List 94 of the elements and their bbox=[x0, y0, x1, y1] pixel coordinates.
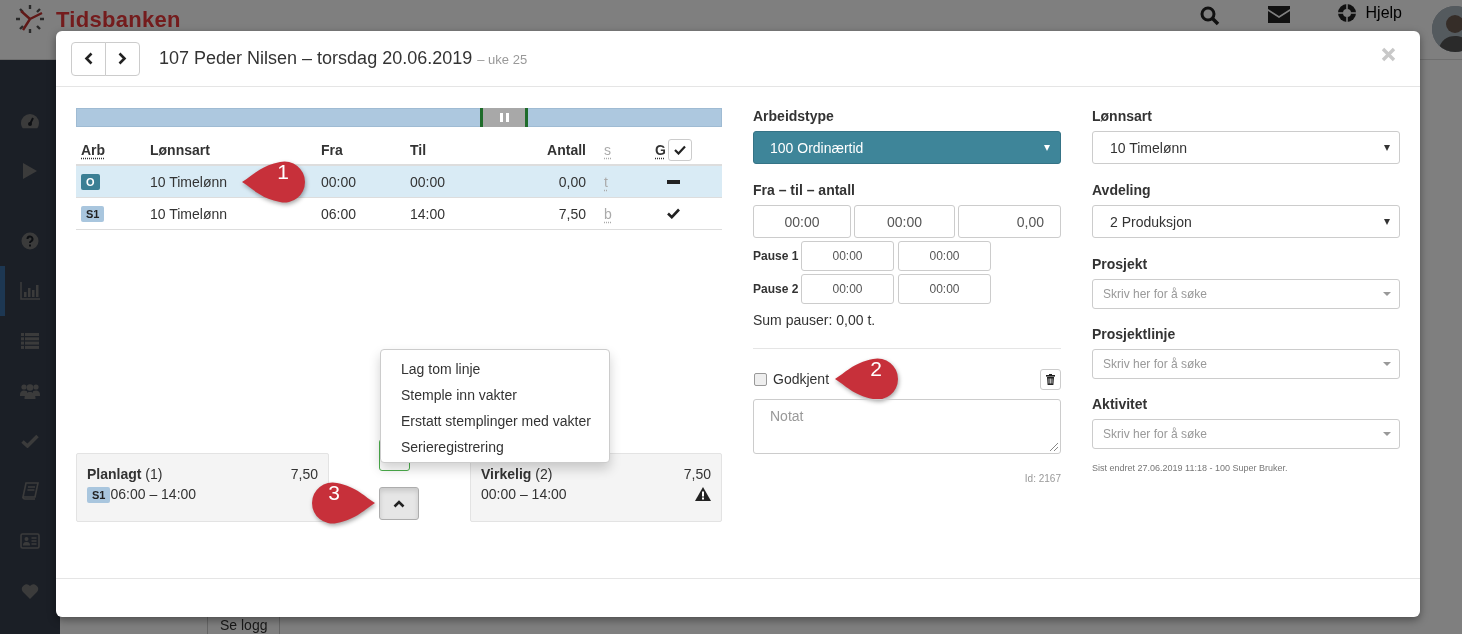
column-header: Fra bbox=[321, 141, 343, 158]
logo-text: Tidsbanken bbox=[56, 6, 181, 32]
resize-grip-icon[interactable] bbox=[1050, 443, 1058, 451]
chevron-right-icon bbox=[118, 52, 127, 65]
delete-button[interactable] bbox=[1040, 368, 1061, 390]
time-field[interactable]: 00:00 bbox=[898, 274, 991, 304]
time-field[interactable]: 00:00 bbox=[801, 241, 894, 271]
caret-icon bbox=[1384, 218, 1390, 225]
column-header: s bbox=[604, 141, 611, 158]
caret-icon bbox=[1383, 362, 1391, 366]
trash-icon bbox=[1046, 373, 1055, 385]
select-field[interactable]: 2 Produksjon bbox=[1092, 205, 1400, 238]
table-cell: 00:00 bbox=[410, 173, 446, 190]
close-icon bbox=[1381, 47, 1396, 62]
select-field[interactable]: 10 Timelønn bbox=[1092, 131, 1400, 164]
menu-item[interactable]: Serieregistrering bbox=[381, 434, 609, 460]
time-field[interactable]: 00:00 bbox=[854, 205, 955, 238]
column-header: Lønnsart bbox=[150, 141, 210, 158]
search-icon[interactable] bbox=[1199, 6, 1220, 26]
field-label: Arbeidstype bbox=[753, 108, 835, 125]
time-field[interactable]: 00:00 bbox=[801, 274, 894, 304]
help-link[interactable]: Hjelp bbox=[1337, 4, 1402, 22]
status-code: t bbox=[604, 173, 608, 190]
callout-marker: 3 bbox=[311, 481, 377, 525]
field-label: Fra – til – antall bbox=[753, 182, 856, 199]
users-icon bbox=[20, 383, 40, 399]
modal-title: 107 Peder Nilsen – torsdag 20.06.2019 – uke 25 bbox=[159, 48, 528, 69]
caret-icon bbox=[1044, 144, 1050, 151]
menu-toggle-button[interactable] bbox=[379, 487, 419, 520]
pause-sum: Sum pauser: 0,00 t. bbox=[753, 312, 877, 328]
shift-badge: S1 bbox=[87, 486, 111, 503]
previous-button[interactable] bbox=[71, 41, 106, 76]
menu-item[interactable]: Stemple inn vakter bbox=[381, 382, 609, 408]
chevron-left-icon bbox=[84, 52, 93, 65]
list-icon bbox=[21, 333, 39, 349]
checkbox[interactable] bbox=[754, 372, 767, 386]
menu-item[interactable]: Erstatt stemplinger med vakter bbox=[381, 408, 609, 434]
field-label: Prosjektlinje bbox=[1092, 326, 1177, 343]
summary-total: 7,50 bbox=[683, 466, 711, 482]
record-id: Id: 2167 bbox=[1024, 473, 1061, 484]
table-cell: 7,50 bbox=[558, 205, 586, 222]
summary-time: 06:00 – 14:00 bbox=[110, 485, 197, 502]
column-header: Arb bbox=[81, 141, 106, 158]
lifebuoy-icon bbox=[1337, 4, 1356, 22]
callout-marker: 2 bbox=[833, 357, 900, 401]
caret-icon bbox=[1383, 432, 1391, 436]
heart-icon bbox=[21, 583, 39, 599]
time-field[interactable]: 00:00 bbox=[898, 241, 991, 271]
table-cell: 10 Timelønn bbox=[150, 205, 228, 222]
status-code: b bbox=[604, 205, 612, 222]
book-icon bbox=[21, 482, 39, 500]
table-cell: 14:00 bbox=[410, 205, 446, 222]
work-type-select[interactable]: 100 Ordinærtid bbox=[753, 131, 1061, 164]
amount-field[interactable]: 0,00 bbox=[958, 205, 1061, 238]
caret-icon bbox=[1384, 144, 1390, 151]
id-card-icon bbox=[20, 533, 40, 549]
gauge-icon bbox=[20, 112, 40, 130]
check-icon bbox=[673, 144, 686, 155]
bar-chart-icon bbox=[20, 282, 40, 300]
approve-all-button[interactable] bbox=[667, 138, 692, 161]
caret-icon bbox=[1383, 292, 1391, 296]
summary-title: Virkelig (2) bbox=[481, 466, 553, 482]
shift-badge: S1 bbox=[81, 205, 105, 222]
placeholder-text: Notat bbox=[770, 408, 804, 424]
time-field[interactable]: 00:00 bbox=[753, 205, 851, 238]
summary-time: 00:00 – 14:00 bbox=[481, 486, 567, 502]
table-cell: 10 Timelønn bbox=[150, 173, 228, 190]
field-label: Prosjekt bbox=[1092, 256, 1149, 273]
summary-total: 7,50 bbox=[290, 466, 318, 482]
column-header: Antall bbox=[547, 141, 586, 158]
field-label: Avdeling bbox=[1092, 182, 1152, 199]
chevron-up-icon bbox=[393, 499, 405, 508]
last-changed-text: Sist endret 27.06.2019 11:18 - 100 Super Bruker. bbox=[1092, 463, 1288, 473]
checkbox-label[interactable]: Godkjent bbox=[773, 371, 830, 387]
column-header: Til bbox=[410, 141, 427, 158]
shift-badge: O bbox=[81, 173, 100, 190]
table-cell: 06:00 bbox=[321, 205, 357, 222]
menu-item[interactable]: Lag tom linje bbox=[381, 356, 609, 382]
table-cell: 00:00 bbox=[321, 173, 357, 190]
next-button[interactable] bbox=[105, 41, 140, 76]
field-label: Lønnsart bbox=[1092, 108, 1153, 125]
check-icon bbox=[21, 434, 39, 448]
play-icon bbox=[22, 162, 38, 180]
column-header: G bbox=[655, 141, 666, 158]
mail-icon[interactable] bbox=[1267, 6, 1290, 23]
field-label: Aktivitet bbox=[1092, 396, 1149, 413]
pause-icon bbox=[499, 113, 509, 122]
summary-title: Planlagt (1) bbox=[87, 466, 163, 482]
field-label: Pause 2 bbox=[753, 282, 800, 296]
clock-logo-icon bbox=[14, 3, 46, 35]
callout-marker: 1 bbox=[240, 160, 306, 204]
field-label: Pause 1 bbox=[753, 249, 800, 263]
table-cell: 0,00 bbox=[558, 173, 586, 190]
help-icon bbox=[21, 232, 39, 250]
